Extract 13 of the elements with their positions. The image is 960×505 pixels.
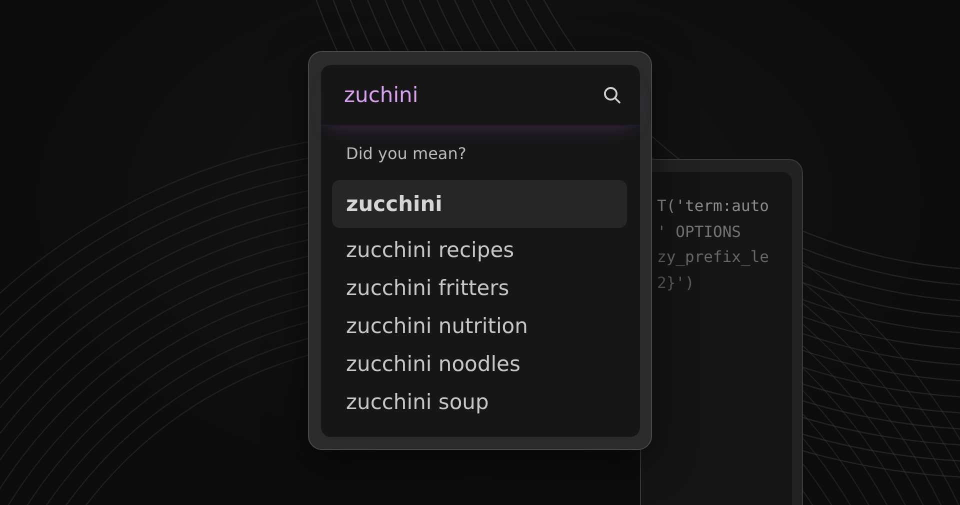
code-line: 2}') <box>657 272 696 294</box>
code-line: zy_prefix_le <box>657 247 770 268</box>
suggestion-item[interactable]: zucchini soup <box>332 383 627 421</box>
search-icon[interactable] <box>602 85 622 105</box>
suggestion-item[interactable]: zucchini <box>332 180 627 228</box>
suggestion-item[interactable]: zucchini noodles <box>332 345 627 383</box>
code-line: ' OPTIONS <box>657 222 742 242</box>
search-field[interactable]: zuchini <box>344 83 564 107</box>
suggestion-item[interactable]: zucchini recipes <box>332 231 627 269</box>
suggestion-item[interactable]: zucchini fritters <box>332 269 627 307</box>
code-line: T('term:auto <box>657 196 770 217</box>
suggestions-heading: Did you mean? <box>346 143 468 165</box>
suggestion-item[interactable]: zucchini nutrition <box>332 307 627 345</box>
